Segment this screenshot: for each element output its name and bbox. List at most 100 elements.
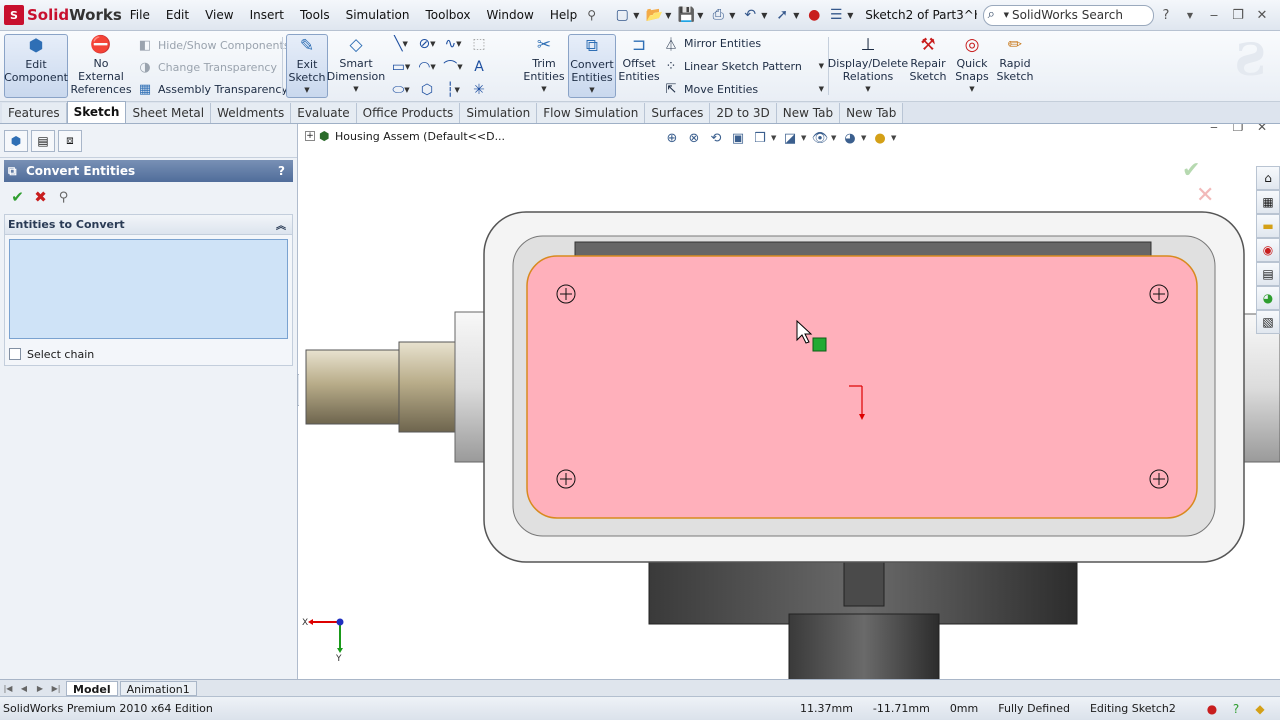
search-results-icon[interactable]: ◉	[1256, 238, 1280, 262]
property-manager-tab-icon[interactable]: ▤	[31, 129, 55, 152]
text-icon[interactable]: A	[466, 58, 492, 76]
display-style-icon[interactable]: ◪	[779, 129, 801, 147]
tab-sheet-metal[interactable]: Sheet Metal	[126, 103, 212, 123]
polygon-icon[interactable]: ⬡	[414, 81, 440, 99]
entities-selection-box[interactable]	[9, 239, 288, 339]
hide-show-items-icon[interactable]: 👁	[809, 129, 831, 147]
line-icon[interactable]: ╲ ▼	[388, 35, 414, 53]
solidworks-logo[interactable]: S SolidWorks	[0, 0, 122, 31]
hide-show-components-button[interactable]: ◧ Hide/Show Components	[136, 35, 290, 55]
edit-component-button[interactable]: ⬢ Edit Component	[4, 34, 68, 98]
menu-window[interactable]: Window	[479, 4, 542, 26]
new-dropdown-icon[interactable]: ▼	[633, 11, 643, 20]
select-dropdown-icon[interactable]: ▼	[793, 11, 803, 20]
menu-help[interactable]: Help	[542, 4, 585, 26]
appearances-icon[interactable]: ◕	[1256, 286, 1280, 310]
save-icon[interactable]: 💾	[675, 4, 697, 26]
convert-dropdown-icon[interactable]: ▼	[589, 84, 594, 97]
tab-evaluate[interactable]: Evaluate	[291, 103, 357, 123]
shaft-left-small[interactable]	[305, 349, 402, 425]
design-library-icon[interactable]: ▦	[1256, 190, 1280, 214]
prev-tab-icon[interactable]: ◀	[16, 681, 32, 696]
view-palette-icon[interactable]: ▤	[1256, 262, 1280, 286]
edit-appearance-icon[interactable]: ◕	[839, 129, 861, 147]
tab-new-tab-1[interactable]: New Tab	[776, 103, 841, 123]
point-icon[interactable]: ✳	[466, 81, 492, 99]
section-view-icon[interactable]: ▣	[727, 129, 749, 147]
display-delete-relations-button[interactable]: ⊥ Display/Delete Relations ▼	[828, 34, 908, 98]
pushpin-icon[interactable]: ⚲	[52, 190, 75, 205]
status-help-icon[interactable]: ?	[1224, 702, 1248, 716]
search-box[interactable]: ⌕ ▼ SolidWorks Search	[982, 4, 1154, 26]
model-viewport[interactable]: X Y	[299, 124, 1280, 679]
rectangle-icon[interactable]: ▭ ▼	[388, 58, 414, 76]
new-document-icon[interactable]: ▢	[611, 4, 633, 26]
hide-show-dropdown-icon[interactable]: ▼	[831, 134, 839, 142]
pin-icon[interactable]: ⚲	[587, 8, 601, 22]
relations-dropdown-icon[interactable]: ▼	[865, 83, 870, 96]
doc-restore-icon[interactable]: ❐	[1226, 124, 1250, 134]
tab-model[interactable]: Model	[66, 680, 118, 696]
search-icon[interactable]: ⌕	[988, 7, 1004, 23]
options-icon[interactable]: ☰	[825, 4, 847, 26]
help-icon[interactable]: ?	[1154, 8, 1178, 23]
menu-toolbox[interactable]: Toolbox	[418, 4, 479, 26]
graphics-area[interactable]: X Y + ⬢ Housing Assem (Default<<D... ⊕ ⊗…	[299, 124, 1280, 679]
doc-minimize-icon[interactable]: ‒	[1202, 124, 1226, 134]
save-dropdown-icon[interactable]: ▼	[697, 11, 707, 20]
move-entities-button[interactable]: ⇱ Move Entities ▼	[662, 79, 824, 99]
help-icon[interactable]: ?	[278, 164, 285, 178]
menu-edit[interactable]: Edit	[158, 4, 197, 26]
exit-sketch-button[interactable]: ✎ Exit Sketch ▼	[286, 34, 328, 98]
tab-animation1[interactable]: Animation1	[119, 680, 197, 696]
offset-entities-button[interactable]: ⊐ Offset Entities	[618, 34, 660, 98]
section-header[interactable]: Entities to Convert ︽	[5, 215, 292, 235]
quick-tips-icon[interactable]: ◆	[1248, 702, 1272, 716]
trim-entities-button[interactable]: ✂ Trim Entities ▼	[520, 34, 568, 98]
exit-sketch-dropdown-icon[interactable]: ▼	[304, 84, 309, 97]
restore-icon[interactable]: ❐	[1226, 8, 1250, 23]
housing-neck[interactable]	[788, 613, 940, 679]
selected-point-marker[interactable]	[812, 337, 827, 352]
custom-properties-icon[interactable]: ▧	[1256, 310, 1280, 334]
tab-features[interactable]: Features	[2, 103, 67, 123]
tab-simulation[interactable]: Simulation	[460, 103, 538, 123]
no-external-references-button[interactable]: ⛔ No External References	[70, 34, 132, 98]
menu-file[interactable]: File	[122, 4, 158, 26]
collapse-chevron-icon[interactable]: ︽	[276, 217, 286, 232]
smart-dimension-dropdown-icon[interactable]: ▼	[353, 83, 358, 96]
shaft-left-large[interactable]	[398, 341, 458, 433]
plane-icon[interactable]: ⬚	[466, 35, 492, 53]
zoom-to-fit-icon[interactable]: ⊕	[661, 129, 683, 147]
configuration-manager-tab-icon[interactable]: ⧈	[58, 129, 82, 152]
tab-surfaces[interactable]: Surfaces	[645, 103, 711, 123]
mirror-entities-button[interactable]: ⏃ Mirror Entities	[662, 33, 761, 53]
scene-dropdown-icon[interactable]: ▼	[891, 134, 899, 142]
select-pointer-icon[interactable]: ➚	[771, 4, 793, 26]
help-dropdown-icon[interactable]: ▼	[1178, 11, 1202, 20]
print-dropdown-icon[interactable]: ▼	[729, 11, 739, 20]
undo-icon[interactable]: ↶	[739, 4, 761, 26]
menu-simulation[interactable]: Simulation	[338, 4, 418, 26]
first-tab-icon[interactable]: |◀	[0, 681, 16, 696]
cancel-icon[interactable]: ✖	[29, 188, 52, 206]
tab-office-products[interactable]: Office Products	[356, 103, 461, 123]
apply-scene-icon[interactable]: ●	[869, 129, 891, 147]
options-dropdown-icon[interactable]: ▼	[847, 11, 857, 20]
display-style-dropdown-icon[interactable]: ▼	[801, 134, 809, 142]
smart-dimension-button[interactable]: ◇ Smart Dimension ▼	[327, 34, 385, 98]
rebuild-status-icon[interactable]: ●	[1200, 702, 1224, 716]
menu-view[interactable]: View	[197, 4, 241, 26]
confirm-ok-icon[interactable]: ✔	[1182, 158, 1222, 183]
orientation-dropdown-icon[interactable]: ▼	[771, 134, 779, 142]
slot-icon[interactable]: ⬭ ▼	[388, 81, 414, 99]
select-chain-checkbox[interactable]	[9, 348, 21, 360]
move-dropdown-icon[interactable]: ▼	[819, 85, 824, 93]
open-folder-icon[interactable]: 📂	[643, 4, 665, 26]
arc-icon[interactable]: ◠ ▼	[414, 58, 440, 76]
spline-icon[interactable]: ∿ ▼	[440, 35, 466, 53]
housing-top-lip[interactable]	[574, 241, 1152, 257]
doc-close-icon[interactable]: ✕	[1250, 124, 1274, 134]
convert-entities-button[interactable]: ⧉ Convert Entities ▼	[568, 34, 616, 98]
tab-sketch[interactable]: Sketch	[66, 101, 127, 123]
